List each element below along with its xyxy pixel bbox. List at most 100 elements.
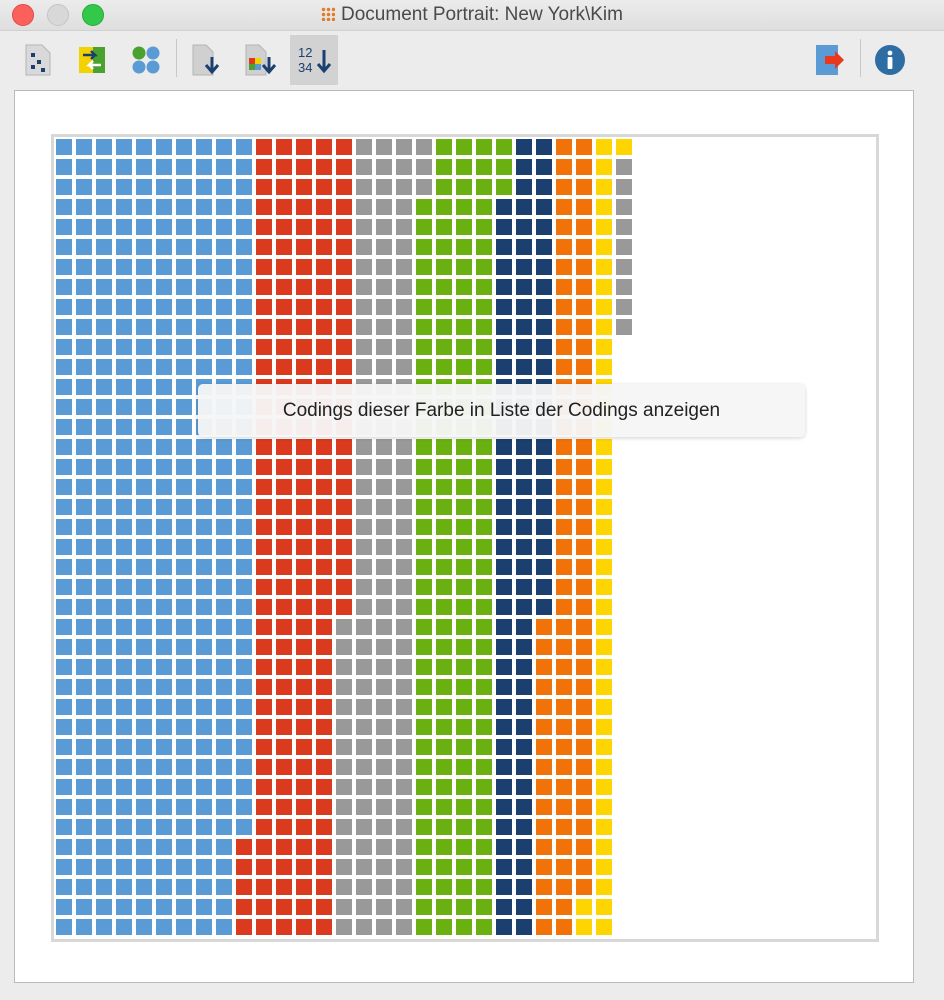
coding-square-gray[interactable] bbox=[616, 259, 632, 275]
coding-square-red[interactable] bbox=[276, 499, 292, 515]
coding-square-red[interactable] bbox=[296, 159, 312, 175]
coding-square-blue[interactable] bbox=[216, 259, 232, 275]
coding-square-navy[interactable] bbox=[516, 159, 532, 175]
coding-square-gray[interactable] bbox=[396, 479, 412, 495]
coding-square-orange[interactable] bbox=[576, 199, 592, 215]
coding-square-blue[interactable] bbox=[76, 459, 92, 475]
coding-square-red[interactable] bbox=[336, 279, 352, 295]
coding-square-blue[interactable] bbox=[196, 719, 212, 735]
coding-square-blue[interactable] bbox=[196, 439, 212, 455]
coding-square-blue[interactable] bbox=[196, 919, 212, 935]
coding-square-gray[interactable] bbox=[376, 859, 392, 875]
coding-square-yellow[interactable] bbox=[596, 479, 612, 495]
coding-square-blue[interactable] bbox=[216, 759, 232, 775]
coding-square-gray[interactable] bbox=[376, 739, 392, 755]
coding-square-blue[interactable] bbox=[96, 319, 112, 335]
coding-square-blue[interactable] bbox=[216, 599, 232, 615]
coding-square-navy[interactable] bbox=[516, 919, 532, 935]
coding-square-blue[interactable] bbox=[76, 559, 92, 575]
coding-square-green[interactable] bbox=[476, 239, 492, 255]
coding-square-yellow[interactable] bbox=[576, 899, 592, 915]
coding-square-blue[interactable] bbox=[236, 239, 252, 255]
coding-square-orange[interactable] bbox=[536, 639, 552, 655]
coding-square-orange[interactable] bbox=[576, 699, 592, 715]
coding-square-navy[interactable] bbox=[496, 439, 512, 455]
coding-square-blue[interactable] bbox=[96, 399, 112, 415]
coding-square-green[interactable] bbox=[456, 159, 472, 175]
coding-square-green[interactable] bbox=[476, 699, 492, 715]
coding-square-blue[interactable] bbox=[236, 199, 252, 215]
coding-square-blue[interactable] bbox=[196, 639, 212, 655]
coding-square-blue[interactable] bbox=[116, 819, 132, 835]
coding-square-navy[interactable] bbox=[516, 519, 532, 535]
coding-square-green[interactable] bbox=[476, 719, 492, 735]
coding-square-gray[interactable] bbox=[376, 159, 392, 175]
coding-square-blue[interactable] bbox=[76, 859, 92, 875]
coding-square-orange[interactable] bbox=[536, 659, 552, 675]
coding-square-navy[interactable] bbox=[516, 319, 532, 335]
coding-square-navy[interactable] bbox=[496, 219, 512, 235]
coding-square-blue[interactable] bbox=[56, 839, 72, 855]
coding-square-blue[interactable] bbox=[196, 359, 212, 375]
coding-square-green[interactable] bbox=[456, 319, 472, 335]
coding-square-green[interactable] bbox=[476, 279, 492, 295]
coding-square-gray[interactable] bbox=[396, 899, 412, 915]
coding-square-green[interactable] bbox=[456, 899, 472, 915]
coding-square-yellow[interactable] bbox=[596, 259, 612, 275]
coding-square-blue[interactable] bbox=[96, 579, 112, 595]
coding-square-blue[interactable] bbox=[216, 899, 232, 915]
coding-square-gray[interactable] bbox=[396, 499, 412, 515]
coding-square-blue[interactable] bbox=[96, 239, 112, 255]
coding-square-green[interactable] bbox=[456, 199, 472, 215]
coding-square-navy[interactable] bbox=[516, 359, 532, 375]
coding-square-orange[interactable] bbox=[536, 899, 552, 915]
coding-square-yellow[interactable] bbox=[596, 339, 612, 355]
coding-square-blue[interactable] bbox=[96, 179, 112, 195]
coding-square-gray[interactable] bbox=[376, 559, 392, 575]
coding-square-gray[interactable] bbox=[356, 819, 372, 835]
coding-square-red[interactable] bbox=[276, 659, 292, 675]
coding-square-blue[interactable] bbox=[116, 139, 132, 155]
coding-square-green[interactable] bbox=[436, 319, 452, 335]
coding-square-gray[interactable] bbox=[376, 219, 392, 235]
coding-square-navy[interactable] bbox=[496, 839, 512, 855]
coding-square-blue[interactable] bbox=[76, 879, 92, 895]
coding-square-blue[interactable] bbox=[196, 859, 212, 875]
coding-square-green[interactable] bbox=[476, 219, 492, 235]
coding-square-blue[interactable] bbox=[216, 239, 232, 255]
coding-square-orange[interactable] bbox=[556, 579, 572, 595]
coding-square-blue[interactable] bbox=[56, 279, 72, 295]
coding-square-blue[interactable] bbox=[96, 159, 112, 175]
coding-square-navy[interactable] bbox=[516, 239, 532, 255]
coding-square-red[interactable] bbox=[296, 779, 312, 795]
coding-square-blue[interactable] bbox=[76, 839, 92, 855]
coding-square-yellow[interactable] bbox=[596, 139, 612, 155]
coding-square-gray[interactable] bbox=[396, 659, 412, 675]
coding-square-green[interactable] bbox=[456, 359, 472, 375]
coding-square-gray[interactable] bbox=[336, 639, 352, 655]
coding-square-gray[interactable] bbox=[356, 499, 372, 515]
coding-square-navy[interactable] bbox=[496, 359, 512, 375]
coding-square-red[interactable] bbox=[296, 139, 312, 155]
coding-square-blue[interactable] bbox=[116, 539, 132, 555]
coding-square-blue[interactable] bbox=[156, 459, 172, 475]
coding-square-gray[interactable] bbox=[396, 919, 412, 935]
coding-square-blue[interactable] bbox=[156, 179, 172, 195]
coding-square-gray[interactable] bbox=[396, 359, 412, 375]
coding-square-blue[interactable] bbox=[96, 459, 112, 475]
coding-square-navy[interactable] bbox=[516, 279, 532, 295]
coding-square-green[interactable] bbox=[496, 159, 512, 175]
coding-square-red[interactable] bbox=[256, 639, 272, 655]
coding-square-orange[interactable] bbox=[556, 619, 572, 635]
coding-square-blue[interactable] bbox=[196, 239, 212, 255]
coding-square-blue[interactable] bbox=[116, 299, 132, 315]
coding-square-green[interactable] bbox=[416, 759, 432, 775]
coding-square-blue[interactable] bbox=[76, 199, 92, 215]
coding-square-orange[interactable] bbox=[556, 899, 572, 915]
coding-square-blue[interactable] bbox=[156, 199, 172, 215]
coding-square-red[interactable] bbox=[276, 699, 292, 715]
coding-square-blue[interactable] bbox=[136, 259, 152, 275]
coding-square-green[interactable] bbox=[416, 819, 432, 835]
coding-square-green[interactable] bbox=[456, 879, 472, 895]
coding-square-blue[interactable] bbox=[76, 579, 92, 595]
